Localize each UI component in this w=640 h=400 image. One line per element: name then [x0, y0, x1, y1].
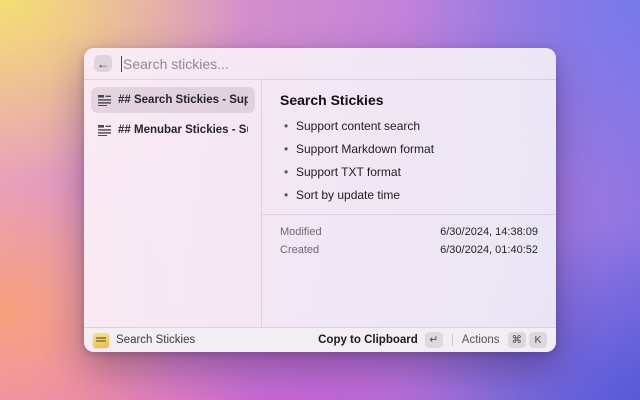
- meta-row-modified: Modified 6/30/2024, 14:38:09: [280, 223, 538, 241]
- actions-menu-button[interactable]: Actions: [462, 334, 500, 346]
- list-item-label: ## Menubar Stickies - Support...: [118, 124, 248, 136]
- note-lines-icon: [98, 125, 111, 136]
- meta-value: 6/30/2024, 01:40:52: [440, 244, 538, 256]
- detail-panel: Search Stickies Support content search S…: [262, 80, 556, 327]
- back-arrow-icon: ←: [97, 57, 109, 71]
- k-key-icon: K: [529, 332, 547, 348]
- results-list: ## Search Stickies - Support ... ## Menu…: [84, 80, 262, 327]
- command-key-icon: ⌘: [508, 332, 527, 348]
- footer-divider: [452, 334, 453, 346]
- meta-row-created: Created 6/30/2024, 01:40:52: [280, 241, 538, 259]
- main-content: ## Search Stickies - Support ... ## Menu…: [84, 80, 556, 327]
- list-item[interactable]: ## Menubar Stickies - Support...: [91, 117, 255, 143]
- detail-title: Search Stickies: [280, 92, 538, 108]
- search-input[interactable]: [122, 56, 546, 72]
- launcher-window: ← ## Search Stickies - Support ...: [84, 48, 556, 352]
- command-name: Search Stickies: [116, 334, 195, 346]
- list-item-label: ## Search Stickies - Support ...: [118, 94, 248, 106]
- back-button[interactable]: ←: [94, 55, 112, 72]
- footer-actions: Copy to Clipboard ↵ Actions ⌘ K: [318, 332, 547, 348]
- action-bar: Search Stickies Copy to Clipboard ↵ Acti…: [84, 327, 556, 352]
- bullet-item: Support Markdown format: [280, 142, 538, 156]
- bullet-item: Support TXT format: [280, 165, 538, 179]
- note-lines-icon: [98, 95, 111, 106]
- return-key-icon: ↵: [425, 332, 443, 348]
- copy-to-clipboard-button[interactable]: Copy to Clipboard: [318, 334, 418, 346]
- detail-bullet-list: Support content search Support Markdown …: [280, 119, 538, 202]
- meta-label: Modified: [280, 226, 322, 238]
- meta-value: 6/30/2024, 14:38:09: [440, 226, 538, 238]
- bullet-item: Sort by update time: [280, 188, 538, 202]
- meta-label: Created: [280, 244, 319, 256]
- list-item[interactable]: ## Search Stickies - Support ...: [91, 87, 255, 113]
- search-bar: ←: [84, 48, 556, 80]
- stickies-app-icon: [93, 333, 109, 347]
- actions-shortcut: ⌘ K: [508, 332, 548, 348]
- detail-preview: Search Stickies Support content search S…: [262, 80, 556, 214]
- bullet-item: Support content search: [280, 119, 538, 133]
- metadata-section: Modified 6/30/2024, 14:38:09 Created 6/3…: [262, 214, 556, 267]
